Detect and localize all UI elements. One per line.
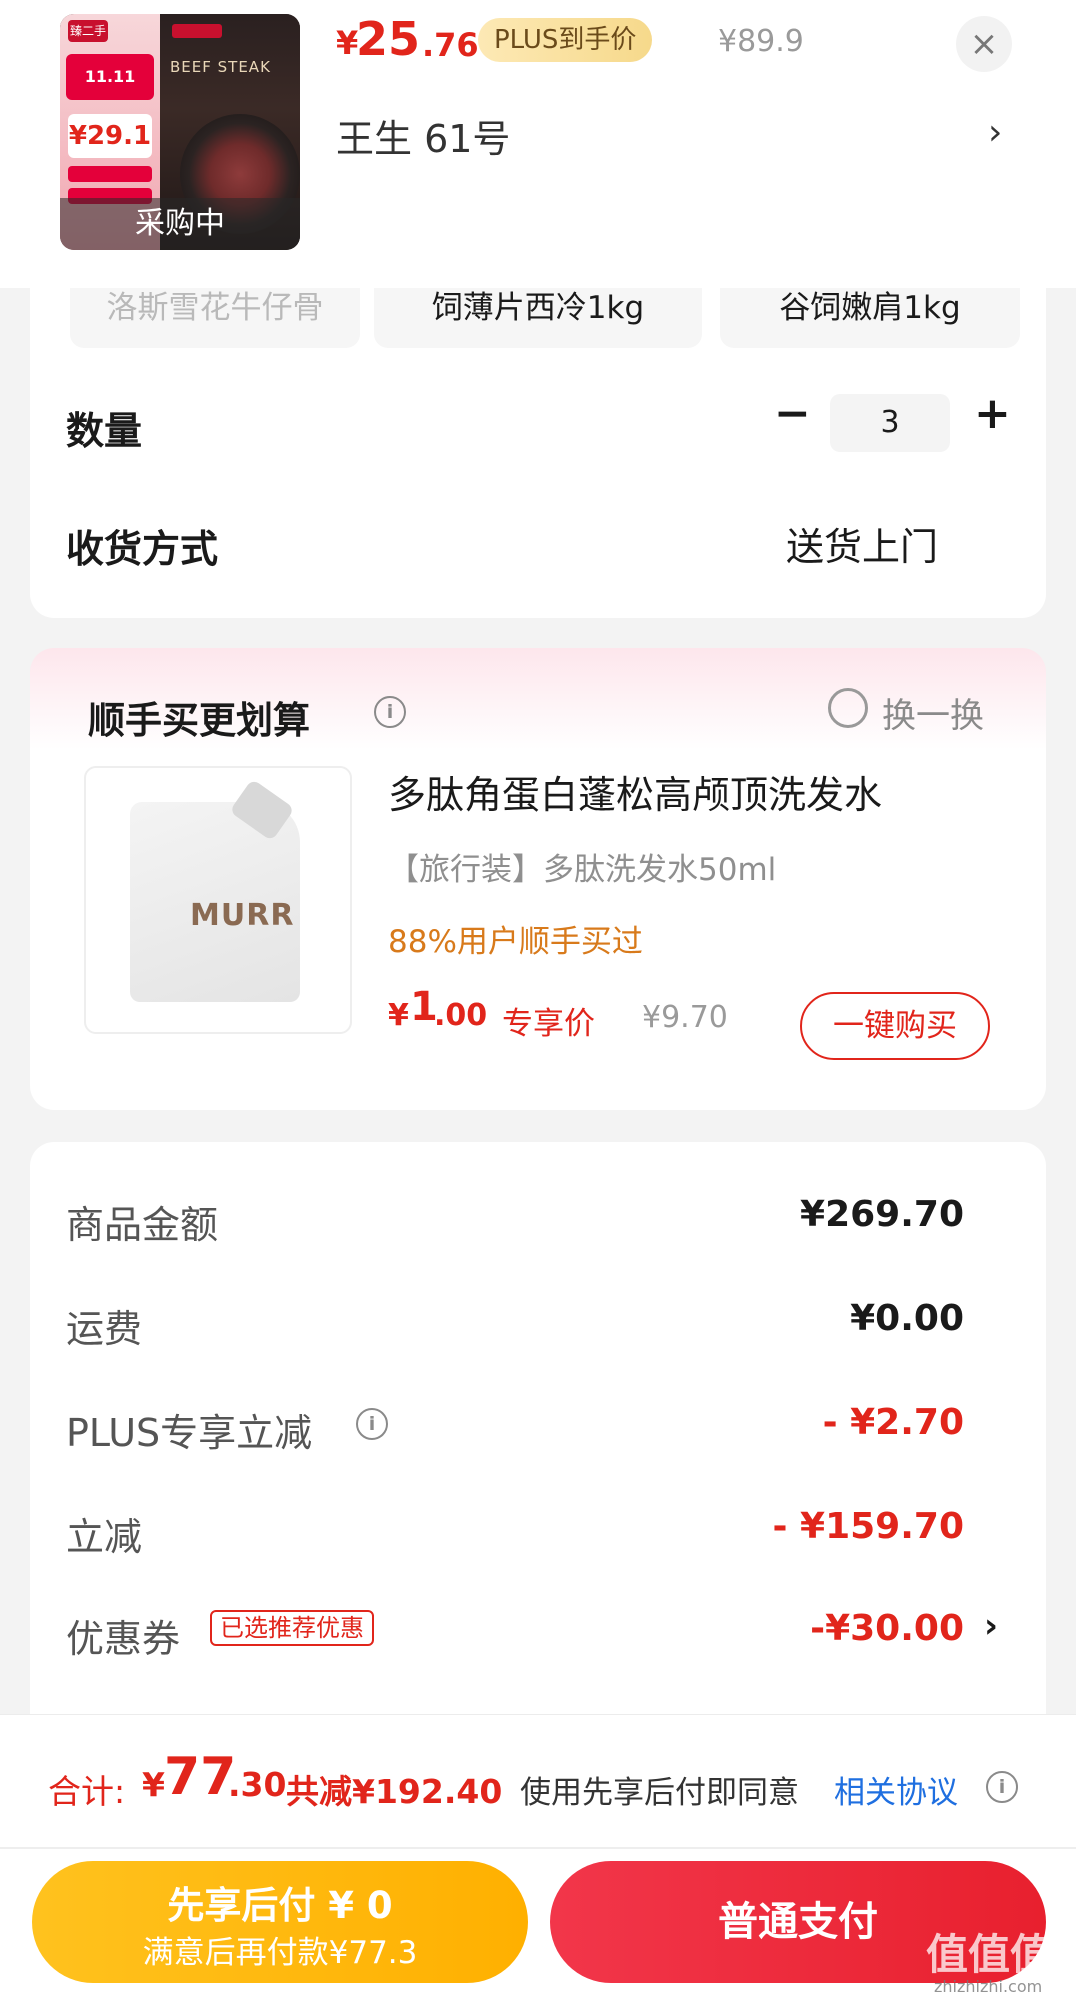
sku-option-label: 谷饲嫩肩1kg: [779, 290, 961, 326]
watermark-url: zhizhizhi.com: [934, 1977, 1043, 1996]
addon-price-decimal: .00: [434, 998, 488, 1033]
shipping-label: 运费: [66, 1307, 143, 1351]
subtotal-value: ¥269.70: [800, 1194, 964, 1235]
total-currency: ¥: [142, 1765, 165, 1804]
sku-option-chip[interactable]: 谷饲嫩肩1kg: [720, 288, 1020, 348]
delivery-address[interactable]: 王生 61号: [336, 108, 510, 163]
refresh-icon[interactable]: [828, 688, 868, 728]
recommendation-title: 顺手买更划算: [88, 699, 310, 742]
one-click-buy-button[interactable]: 一键购买: [800, 992, 990, 1060]
chevron-right-icon[interactable]: ›: [988, 112, 1002, 153]
sku-option-chip[interactable]: 饲薄片西冷1kg: [374, 288, 702, 348]
add-on-recommendation-card: 顺手买更划算 i 换一换 MURR 多肽角蛋白蓬松高颅顶洗发水 【旅行装】多肽洗…: [30, 648, 1046, 1110]
price-summary-card: 商品金额 ¥269.70 运费 ¥0.00 PLUS专享立减 i - ¥2.70…: [30, 1142, 1046, 1722]
instant-discount-label: 立减: [66, 1515, 143, 1559]
info-icon[interactable]: i: [356, 1408, 388, 1440]
product-name[interactable]: 多肽角蛋白蓬松高颅顶洗发水: [388, 764, 882, 819]
watermark-logo: 值值值: [926, 1930, 1053, 1979]
product-image[interactable]: MURR: [84, 766, 352, 1034]
total-label: 合计:: [48, 1772, 126, 1811]
total-integer: 77: [164, 1747, 237, 1807]
agreement-text: 使用先享后付即同意: [520, 1775, 799, 1811]
thumbnail-promo-strip: [68, 166, 152, 182]
sku-option-label: 洛斯雪花牛仔骨: [106, 290, 324, 326]
info-icon[interactable]: i: [986, 1771, 1018, 1803]
agreement-link[interactable]: 相关协议: [834, 1767, 958, 1812]
delivery-method-value[interactable]: 送货上门: [786, 516, 938, 571]
price-currency: ¥: [336, 24, 359, 62]
original-price: ¥89.9: [718, 24, 804, 59]
coupon-label: 优惠券: [66, 1617, 181, 1661]
instant-discount-value: - ¥159.70: [772, 1506, 964, 1547]
thumbnail-brand-tag: 臻二手: [68, 20, 108, 42]
thumbnail-package-logo: [172, 24, 222, 38]
delivery-method-label: 收货方式: [66, 527, 219, 571]
subtotal-label: 商品金额: [66, 1203, 219, 1247]
close-icon: ×: [969, 24, 999, 64]
quantity-label: 数量: [66, 409, 143, 453]
addon-original-price: ¥9.70: [642, 1000, 728, 1035]
divider: [0, 1847, 1076, 1849]
plus-price-badge: PLUS到手价: [478, 18, 653, 62]
quantity-input[interactable]: 3: [830, 394, 950, 452]
total-savings: 共减¥192.40: [286, 1772, 503, 1811]
pay-later-subtitle: 满意后再付款¥77.3: [142, 1935, 418, 1971]
pay-later-button[interactable]: 先享后付 ¥ 0 满意后再付款¥77.3: [32, 1861, 528, 1983]
exclusive-price-label: 专享价: [502, 1006, 595, 1042]
thumbnail-package-title: BEEF STEAK: [170, 58, 271, 76]
product-thumbnail[interactable]: 臻二手 11.11 ¥29.1 BEEF STEAK 采购中: [60, 14, 300, 250]
product-spec: 【旅行装】多肽洗发水50ml: [388, 852, 777, 888]
swap-button[interactable]: 换一换: [882, 688, 984, 737]
info-icon[interactable]: i: [374, 696, 406, 728]
product-header: 臻二手 11.11 ¥29.1 BEEF STEAK 采购中 ¥ 25 .76 …: [0, 0, 1076, 288]
price-integer: 25: [356, 12, 421, 66]
shipping-value: ¥0.00: [850, 1298, 964, 1339]
chevron-right-icon[interactable]: ›: [984, 1606, 998, 1646]
thumbnail-price: ¥29.1: [68, 114, 152, 158]
quantity-increase-button[interactable]: +: [974, 388, 1011, 439]
pay-later-title: 先享后付 ¥ 0: [167, 1884, 393, 1927]
thumbnail-status-overlay: 采购中: [60, 198, 300, 250]
buyers-stat: 88%用户顺手买过: [388, 924, 643, 960]
plus-discount-label: PLUS专享立减: [66, 1411, 313, 1455]
thumbnail-event-label: 11.11: [66, 54, 154, 100]
checkout-bar: 合计: ¥ 77 .30 共减¥192.40 使用先享后付即同意 相关协议 i …: [0, 1714, 1076, 2004]
total-decimal: .30: [228, 1765, 287, 1804]
price-decimal: .76: [422, 26, 479, 64]
addon-price-currency: ¥: [388, 998, 409, 1033]
product-brand-mark: MURR: [190, 898, 295, 933]
coupon-recommended-badge: 已选推荐优惠: [210, 1610, 374, 1646]
order-options-card: 洛斯雪花牛仔骨 饲薄片西冷1kg 谷饲嫩肩1kg 数量 − 3 + 收货方式 送…: [30, 288, 1046, 618]
coupon-value[interactable]: -¥30.00: [810, 1608, 964, 1649]
plus-discount-value: - ¥2.70: [822, 1402, 964, 1443]
sku-option-chip[interactable]: 洛斯雪花牛仔骨: [70, 288, 360, 348]
quantity-decrease-button[interactable]: −: [774, 388, 811, 439]
sku-option-label: 饲薄片西冷1kg: [431, 290, 645, 326]
close-button[interactable]: ×: [956, 16, 1012, 72]
